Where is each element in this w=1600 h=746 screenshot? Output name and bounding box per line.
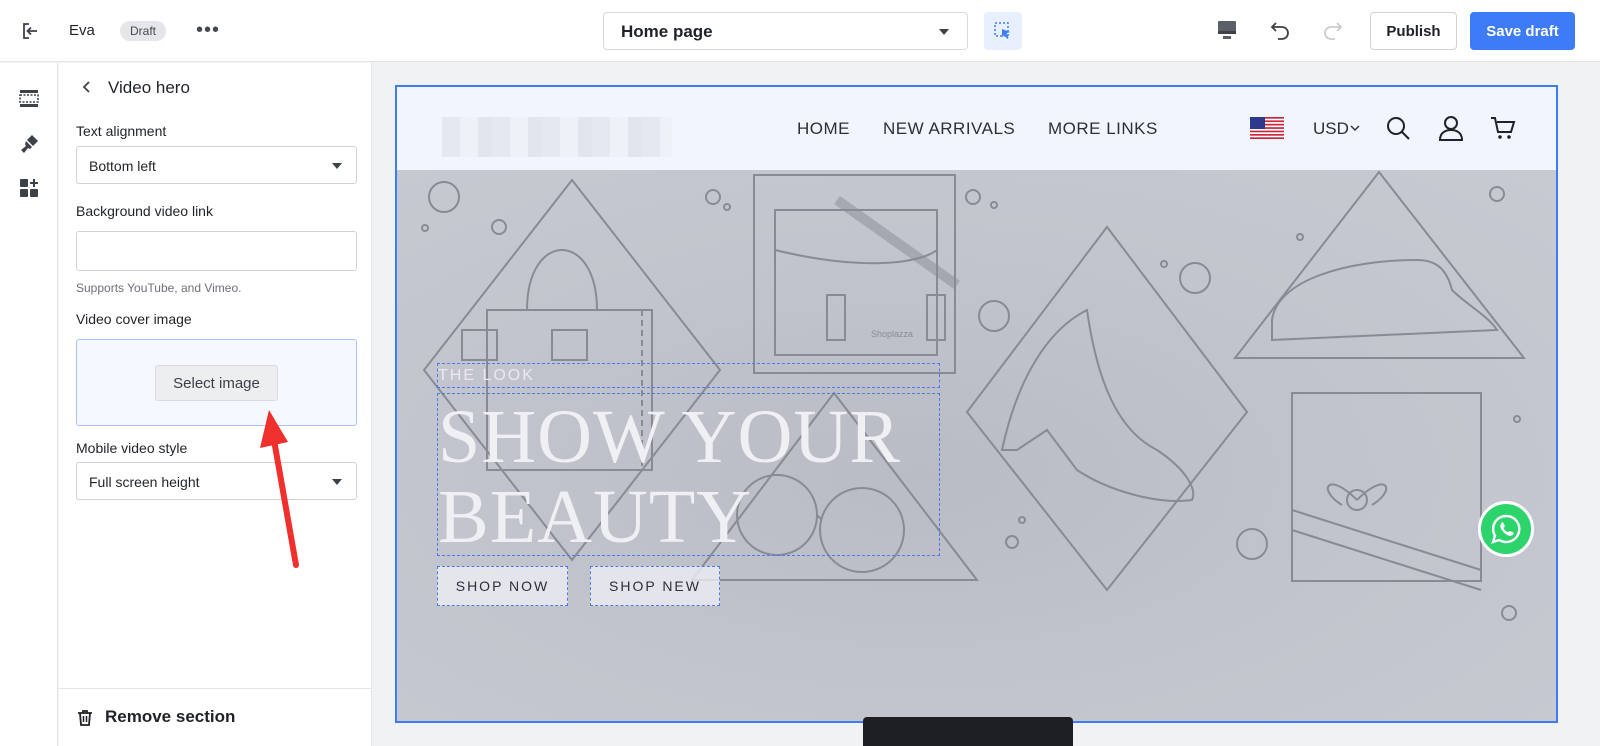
mobile-video-style-value: Full screen height [89, 474, 200, 490]
pointer-select-icon [994, 22, 1010, 39]
background-video-label: Background video link [76, 203, 213, 219]
undo-icon[interactable] [1268, 18, 1292, 42]
currency-selector[interactable]: USD [1313, 119, 1349, 139]
nav-link-home[interactable]: HOME [797, 119, 850, 139]
more-menu-button[interactable]: ••• [196, 18, 220, 42]
page-selector[interactable]: Home page [603, 12, 968, 50]
whatsapp-icon [1491, 514, 1521, 544]
background-video-input[interactable] [76, 231, 357, 271]
nav-link-more-links[interactable]: MORE LINKS [1048, 119, 1158, 139]
hero-watermark: Shoplazza [871, 329, 913, 339]
text-alignment-value: Bottom left [89, 158, 156, 174]
nav-link-new-arrivals[interactable]: NEW ARRIVALS [883, 119, 1015, 139]
desktop-icon[interactable] [1215, 18, 1239, 42]
video-cover-dropzone[interactable]: Select image [76, 339, 357, 426]
save-draft-button[interactable]: Save draft [1470, 12, 1575, 50]
remove-section-label: Remove section [105, 707, 236, 726]
page-preview: HOME NEW ARRIVALS MORE LINKS USD Shoplaz… [373, 63, 1600, 746]
mobile-video-style-label: Mobile video style [76, 440, 188, 456]
chevron-down-icon [332, 479, 342, 485]
redo-icon[interactable] [1321, 18, 1345, 42]
chevron-down-icon [939, 29, 949, 35]
selected-section-frame[interactable]: HOME NEW ARRIVALS MORE LINKS USD Shoplaz… [395, 85, 1558, 723]
chevron-down-icon [1350, 125, 1360, 131]
hero-subtitle-block[interactable]: THE LOOK [437, 363, 940, 388]
annotation-arrow-icon [260, 410, 299, 568]
remove-section-button[interactable]: Remove section [59, 688, 372, 746]
account-icon[interactable] [1438, 115, 1464, 141]
shop-now-button[interactable]: SHOP NOW [437, 566, 568, 606]
back-chevron-icon[interactable] [79, 79, 95, 95]
cart-icon[interactable] [1490, 115, 1516, 141]
section-settings-panel: Video hero Text alignment Bottom left Ba… [59, 63, 372, 746]
preview-bottom-bar [863, 717, 1073, 746]
hero-title: SHOW YOUR BEAUTY [438, 395, 901, 559]
text-alignment-select[interactable]: Bottom left [76, 146, 357, 184]
publish-button[interactable]: Publish [1370, 12, 1457, 50]
chevron-down-icon [332, 163, 342, 169]
mobile-video-style-select[interactable]: Full screen height [76, 462, 357, 500]
us-flag-icon [1250, 117, 1284, 139]
add-block-icon[interactable] [18, 177, 40, 199]
hero-title-block[interactable]: SHOW YOUR BEAUTY [437, 393, 940, 557]
whatsapp-chat-button[interactable] [1478, 501, 1534, 557]
panel-title: Video hero [108, 78, 190, 97]
sections-icon[interactable] [18, 87, 40, 109]
exit-icon[interactable] [20, 20, 42, 42]
search-icon[interactable] [1385, 115, 1411, 141]
background-video-help: Supports YouTube, and Vimeo. [76, 281, 242, 295]
trash-icon [78, 710, 92, 726]
store-header: HOME NEW ARRIVALS MORE LINKS USD [397, 87, 1556, 170]
shop-new-button[interactable]: SHOP NEW [590, 566, 720, 606]
video-hero: Shoplazza THE LOOK SHOW YOUR BEAUTY SHOP… [397, 170, 1556, 721]
left-icon-rail [0, 63, 58, 746]
video-cover-label: Video cover image [76, 311, 192, 327]
page-selector-value: Home page [621, 22, 713, 41]
hero-subtitle: THE LOOK [438, 367, 535, 384]
status-badge: Draft [120, 21, 167, 41]
top-toolbar: Eva Draft ••• Home page Publish Save dra… [0, 0, 1600, 62]
store-logo[interactable] [442, 117, 672, 157]
store-name: Eva [69, 22, 95, 39]
theme-brush-icon[interactable] [18, 133, 40, 155]
text-alignment-label: Text alignment [76, 123, 167, 139]
element-picker-button[interactable] [984, 12, 1022, 50]
select-image-button[interactable]: Select image [155, 365, 278, 401]
